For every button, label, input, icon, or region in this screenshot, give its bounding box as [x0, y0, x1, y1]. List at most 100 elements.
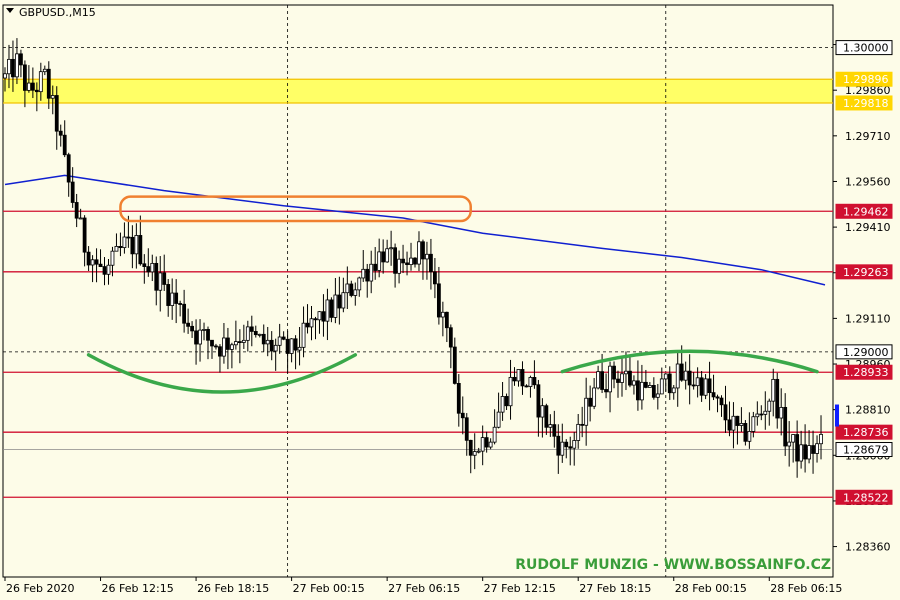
candle-body: [289, 338, 294, 354]
level-price-tag-text: 1.29896: [843, 73, 889, 86]
candle-body: [763, 410, 768, 415]
candle-body: [297, 346, 302, 351]
grid-price-tag-text: 1.29000: [843, 346, 889, 359]
candle-body: [42, 68, 47, 73]
candle-body: [655, 393, 660, 398]
candle-body: [504, 396, 509, 407]
candle-body: [325, 299, 330, 322]
candle-body: [417, 241, 421, 265]
candle-body: [345, 283, 350, 294]
y-tick-label: 1.29710: [845, 130, 891, 143]
candle-body: [229, 344, 234, 350]
candle-body: [341, 292, 346, 309]
candle-body: [643, 381, 648, 388]
candle-body: [102, 266, 107, 275]
candle-body: [588, 397, 593, 407]
candle-body: [19, 53, 23, 66]
candle-body: [90, 259, 95, 266]
candle-body: [241, 339, 246, 343]
candle-body: [636, 380, 640, 401]
candle-body: [26, 82, 31, 91]
y-tick-label: 1.29110: [845, 312, 891, 325]
candle-body: [488, 441, 493, 448]
candle-body: [460, 412, 465, 419]
candle-body: [667, 373, 672, 394]
candle-body: [620, 373, 624, 383]
candle-body: [600, 371, 604, 390]
candle-body: [492, 426, 497, 443]
candle-body: [425, 253, 429, 260]
candle-body: [759, 413, 764, 416]
price-tags-layer: 1.30000 1.29000 1.29896 1.29818 1.29462 1.292…: [835, 40, 893, 505]
candle-body: [687, 370, 692, 386]
candle-body: [15, 53, 19, 78]
watermark-text: RUDOLF MUNZIG - WWW.BOSSAINFO.CZ: [515, 557, 831, 573]
candle-body: [190, 325, 194, 332]
candle-body: [30, 82, 35, 91]
candle-body: [747, 431, 752, 442]
candle-body: [819, 433, 823, 445]
candle-body: [365, 268, 370, 282]
candle-body: [564, 441, 569, 448]
candle-body: [222, 337, 226, 357]
candle-body: [715, 396, 720, 399]
candle-body: [456, 382, 461, 414]
candle-body: [711, 392, 716, 398]
candle-body: [444, 311, 449, 329]
candle-body: [751, 416, 756, 432]
level-price-tag-text: 1.28736: [843, 426, 889, 439]
bid-marker: [835, 404, 839, 427]
candle-body: [548, 424, 553, 428]
candle-body: [154, 262, 159, 291]
candle-body: [170, 292, 175, 306]
candlestick-chart[interactable]: 1.283601.285101.286601.288101.289601.291…: [0, 0, 900, 600]
candle-body: [126, 236, 131, 239]
candle-body: [528, 377, 533, 387]
candle-body: [198, 329, 202, 345]
candle-body: [436, 283, 441, 318]
candle-body: [719, 397, 724, 406]
candle-body: [612, 365, 616, 380]
level-price-tag-text: 1.29462: [843, 205, 889, 218]
candle-body: [707, 378, 712, 394]
x-tick-label: 27 Feb 12:15: [484, 582, 556, 595]
candle-body: [110, 250, 115, 266]
y-tick-label: 1.28810: [845, 404, 891, 417]
candle-body: [98, 263, 103, 267]
candle-body: [393, 247, 397, 274]
candle-body: [464, 417, 469, 441]
candle-body: [580, 423, 585, 426]
candle-body: [309, 318, 314, 328]
candle-body: [731, 415, 736, 431]
candle-body: [540, 405, 545, 418]
x-tick-label: 26 Feb 18:15: [197, 582, 269, 595]
candle-body: [182, 303, 187, 324]
candle-body: [369, 263, 374, 282]
grid-price-tag-text: 1.30000: [843, 42, 889, 55]
candle-body: [253, 331, 258, 336]
candle-body: [11, 58, 15, 78]
candle-body: [767, 400, 772, 412]
candle-body: [261, 333, 266, 345]
candle-body: [516, 369, 521, 382]
candle-body: [811, 445, 815, 454]
candle-body: [675, 363, 680, 389]
candle-body: [500, 396, 505, 413]
candle-body: [616, 378, 620, 383]
candle-body: [206, 329, 210, 341]
candle-body: [671, 387, 676, 394]
candle-body: [329, 299, 334, 318]
x-tick-label: 27 Feb 18:15: [579, 582, 651, 595]
candle-body: [723, 404, 728, 421]
resistance-zone: [3, 79, 833, 103]
candle-body: [66, 154, 71, 183]
candle-body: [249, 326, 254, 332]
candle-body: [305, 322, 310, 328]
candle-body: [34, 89, 39, 93]
candle-body: [269, 339, 274, 352]
candle-body: [381, 251, 386, 263]
candle-body: [480, 437, 485, 452]
candle-body: [158, 272, 163, 291]
candle-body: [699, 377, 704, 396]
candle-body: [560, 441, 565, 456]
